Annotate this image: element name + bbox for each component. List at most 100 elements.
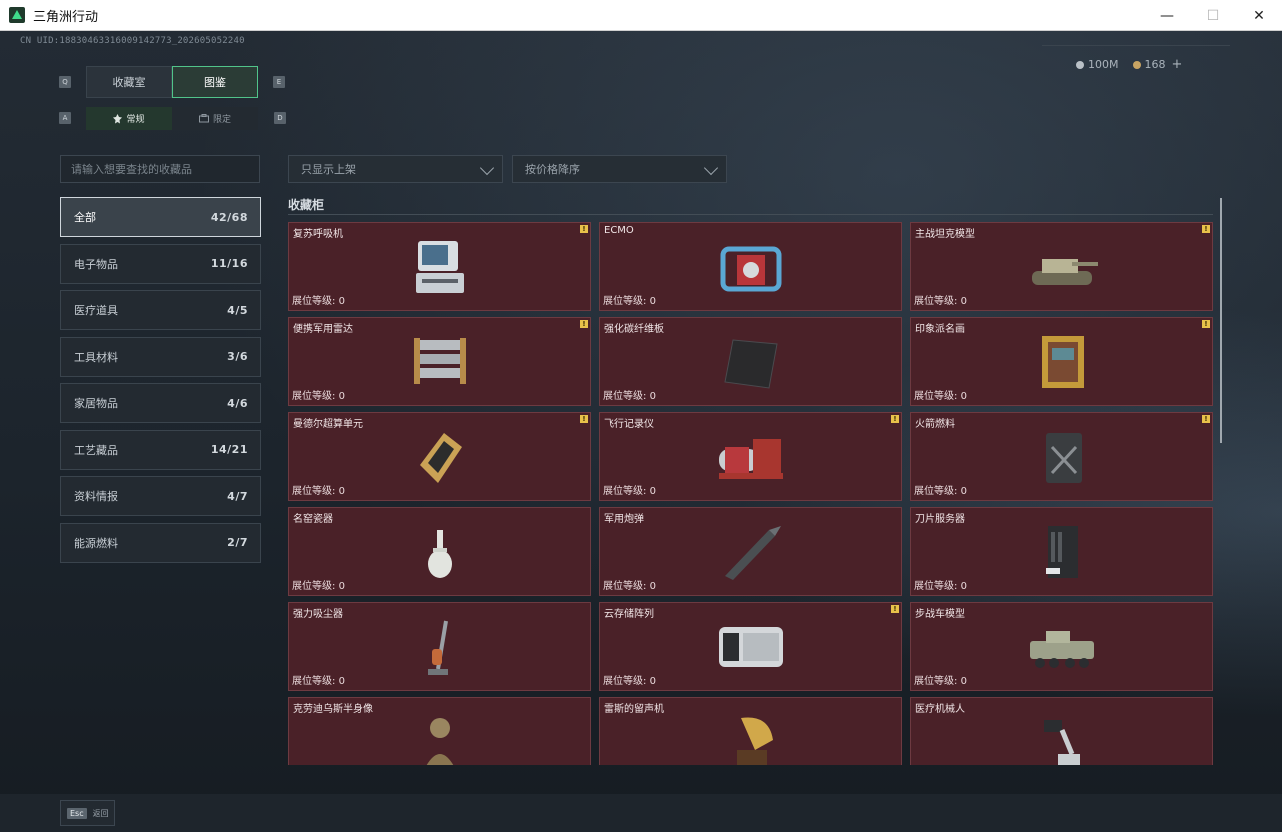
collection-item-card[interactable]: 雷斯的留声机 bbox=[599, 697, 902, 765]
collection-item-card[interactable]: 刀片服务器 展位等级: 0 bbox=[910, 507, 1213, 596]
collection-item-card[interactable]: 云存储阵列! 展位等级: 0 bbox=[599, 602, 902, 691]
item-name: ECMO bbox=[604, 225, 634, 236]
item-name: 飞行记录仪 bbox=[604, 419, 654, 430]
medical-robot-icon bbox=[1043, 720, 1080, 765]
sort-dropdown[interactable]: 按价格降序 bbox=[512, 155, 727, 183]
flight-recorder-icon bbox=[718, 439, 783, 479]
maximize-button[interactable]: ☐ bbox=[1190, 0, 1236, 31]
warning-icon: ! bbox=[1202, 225, 1210, 233]
category-household[interactable]: 家居物品 4/6 bbox=[60, 383, 261, 423]
booth-level: 展位等级: 0 bbox=[292, 676, 345, 687]
blade-server-icon bbox=[1045, 526, 1078, 578]
booth-level: 展位等级: 0 bbox=[603, 391, 656, 402]
display-filter-dropdown[interactable]: 只显示上架 bbox=[288, 155, 503, 183]
close-button[interactable]: ✕ bbox=[1236, 0, 1282, 31]
collection-item-card[interactable]: 火箭燃料! 展位等级: 0 bbox=[910, 412, 1213, 501]
subtab-limited[interactable]: 限定 bbox=[172, 107, 258, 130]
bottom-bar bbox=[0, 794, 1282, 832]
silver-currency: 100M bbox=[1076, 58, 1119, 71]
add-currency-button[interactable]: + bbox=[1172, 57, 1183, 72]
collection-item-card[interactable]: 克劳迪乌斯半身像 bbox=[288, 697, 591, 765]
esc-key-hint: Esc bbox=[67, 807, 87, 819]
item-name: 便携军用雷达 bbox=[293, 324, 353, 335]
uid-text: CN UID:18830463316009142773_202605052240 bbox=[20, 36, 245, 46]
category-medical[interactable]: 医疗道具 4/5 bbox=[60, 290, 261, 330]
collection-item-card[interactable]: 便携军用雷达! 展位等级: 0 bbox=[288, 317, 591, 406]
painting-icon bbox=[1041, 336, 1084, 388]
category-electronics[interactable]: 电子物品 11/16 bbox=[60, 243, 261, 284]
tab-catalog[interactable]: 图鉴 bbox=[172, 66, 258, 98]
collection-item-card[interactable]: 曼德尔超算单元! 展位等级: 0 bbox=[288, 412, 591, 501]
item-name: 强化碳纤维板 bbox=[604, 324, 664, 335]
main-tabs: 收藏室 图鉴 bbox=[86, 66, 259, 98]
supercomputer-unit-icon bbox=[419, 433, 462, 483]
item-name: 刀片服务器 bbox=[915, 514, 965, 525]
key-hint-q: Q bbox=[59, 76, 71, 88]
collection-item-card[interactable]: 复苏呼吸机! 展位等级: 0 bbox=[288, 222, 591, 311]
item-name: 医疗机械人 bbox=[915, 704, 965, 715]
search-input[interactable] bbox=[60, 155, 260, 183]
gramophone-icon bbox=[736, 717, 773, 765]
key-hint-e: E bbox=[273, 76, 285, 88]
category-energy[interactable]: 能源燃料 2/7 bbox=[60, 522, 261, 563]
booth-level: 展位等级: 0 bbox=[292, 296, 345, 307]
item-name: 强力吸尘器 bbox=[293, 609, 343, 620]
booth-level: 展位等级: 0 bbox=[914, 296, 967, 307]
section-title: 收藏柜 bbox=[288, 198, 325, 212]
category-intel[interactable]: 资料情报 4/7 bbox=[60, 476, 261, 516]
collection-item-card[interactable]: ECMO 展位等级: 0 bbox=[599, 222, 902, 311]
chevron-down-icon bbox=[703, 160, 719, 176]
collection-item-card[interactable]: 主战坦克模型! 展位等级: 0 bbox=[910, 222, 1213, 311]
booth-level: 展位等级: 0 bbox=[914, 486, 967, 497]
currency-bar: 100M 168 + bbox=[1042, 53, 1230, 75]
window-controls: — ☐ ✕ bbox=[1144, 0, 1282, 31]
collection-item-card[interactable]: 步战车模型展位等级: 0 bbox=[910, 602, 1213, 691]
warning-icon: ! bbox=[891, 605, 899, 613]
item-name: 雷斯的留声机 bbox=[604, 704, 664, 715]
category-all[interactable]: 全部 42/68 bbox=[60, 197, 261, 237]
gold-coin-icon bbox=[1132, 60, 1141, 69]
collection-item-card[interactable]: 印象派名画! 展位等级: 0 bbox=[910, 317, 1213, 406]
category-crafts[interactable]: 工艺藏品 14/21 bbox=[60, 429, 261, 470]
item-name: 主战坦克模型 bbox=[915, 229, 975, 240]
collection-item-card[interactable]: 强化碳纤维板 展位等级: 0 bbox=[599, 317, 902, 406]
storage-array-icon bbox=[718, 627, 783, 667]
app-logo-icon bbox=[9, 7, 25, 23]
collection-grid: 复苏呼吸机! 展位等级: 0 ECMO 展位等级: 0 主战坦克模型! 展位等级: 0 便携… bbox=[288, 222, 1214, 765]
item-name: 名窑瓷器 bbox=[293, 514, 333, 525]
bust-icon bbox=[426, 718, 453, 765]
collection-grid-viewport: 复苏呼吸机! 展位等级: 0 ECMO 展位等级: 0 主战坦克模型! 展位等级: 0 便携… bbox=[288, 222, 1214, 765]
booth-level: 展位等级: 0 bbox=[914, 676, 967, 687]
collection-item-card[interactable]: 飞行记录仪! 展位等级: 0 bbox=[599, 412, 902, 501]
warning-icon: ! bbox=[580, 320, 588, 328]
booth-level: 展位等级: 0 bbox=[914, 391, 967, 402]
item-name: 云存储阵列 bbox=[604, 609, 654, 620]
booth-level: 展位等级: 0 bbox=[603, 676, 656, 687]
collection-item-card[interactable]: 名窑瓷器 展位等级: 0 bbox=[288, 507, 591, 596]
tank-model-icon bbox=[1031, 259, 1098, 285]
subtab-regular[interactable]: 常规 bbox=[86, 107, 172, 130]
warning-icon: ! bbox=[1202, 320, 1210, 328]
grid-scrollbar[interactable] bbox=[1220, 198, 1222, 443]
collection-item-card[interactable]: 强力吸尘器展位等级: 0 bbox=[288, 602, 591, 691]
window-titlebar: 三角洲行动 — ☐ ✕ bbox=[0, 0, 1282, 31]
booth-level: 展位等级: 0 bbox=[603, 296, 656, 307]
tab-collection-room[interactable]: 收藏室 bbox=[86, 66, 172, 98]
collection-item-card[interactable]: 医疗机械人 bbox=[910, 697, 1213, 765]
category-tools[interactable]: 工具材料 3/6 bbox=[60, 336, 261, 377]
collection-item-card[interactable]: 军用炮弹 展位等级: 0 bbox=[599, 507, 902, 596]
booth-level: 展位等级: 0 bbox=[292, 486, 345, 497]
window-title: 三角洲行动 bbox=[33, 9, 99, 25]
item-name: 步战车模型 bbox=[915, 609, 965, 620]
ifv-model-icon bbox=[1029, 631, 1094, 668]
sub-tabs: 常规 限定 bbox=[86, 107, 259, 130]
warning-icon: ! bbox=[1202, 415, 1210, 423]
gold-currency: 168 bbox=[1132, 58, 1166, 71]
key-hint-d: D bbox=[274, 112, 286, 124]
back-button[interactable]: Esc 返回 bbox=[60, 800, 115, 826]
regular-icon bbox=[113, 113, 123, 123]
shell-icon bbox=[724, 526, 781, 580]
booth-level: 展位等级: 0 bbox=[603, 581, 656, 592]
warning-icon: ! bbox=[580, 225, 588, 233]
minimize-button[interactable]: — bbox=[1144, 0, 1190, 31]
